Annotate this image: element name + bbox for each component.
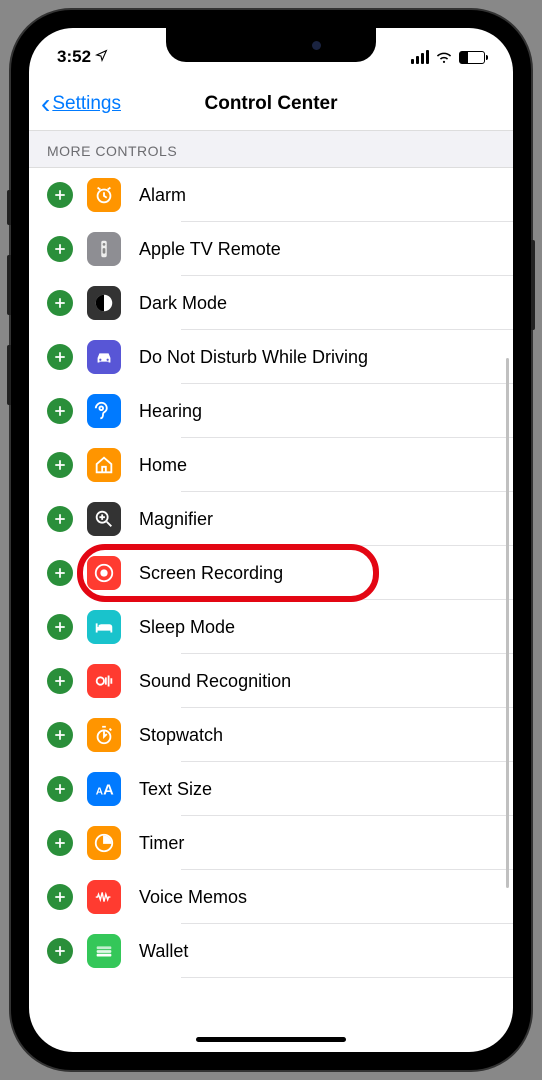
- control-label: Sleep Mode: [139, 617, 235, 638]
- timer-icon: [87, 826, 121, 860]
- add-button[interactable]: [47, 290, 73, 316]
- add-button[interactable]: [47, 668, 73, 694]
- control-label: Timer: [139, 833, 184, 854]
- scroll-indicator[interactable]: [506, 358, 509, 888]
- phone-side-buttons-right: [531, 240, 535, 360]
- car-icon: [87, 340, 121, 374]
- control-label: Do Not Disturb While Driving: [139, 347, 368, 368]
- control-row: Alarm: [29, 168, 513, 222]
- alarm-icon: [87, 178, 121, 212]
- cellular-signal-icon: [411, 50, 429, 64]
- add-button[interactable]: [47, 884, 73, 910]
- textsize-icon: AA: [87, 772, 121, 806]
- location-icon: [95, 49, 108, 65]
- control-label: Alarm: [139, 185, 186, 206]
- darkmode-icon: [87, 286, 121, 320]
- control-label: Stopwatch: [139, 725, 223, 746]
- controls-list[interactable]: Alarm Apple TV Remote Dark Mode Do Not Dist…: [29, 168, 513, 978]
- control-label: Hearing: [139, 401, 202, 422]
- control-row: Wallet: [29, 924, 513, 978]
- phone-side-buttons-left: [7, 190, 11, 435]
- add-button[interactable]: [47, 344, 73, 370]
- control-row: Timer: [29, 816, 513, 870]
- add-button[interactable]: [47, 182, 73, 208]
- add-button[interactable]: [47, 830, 73, 856]
- wifi-icon: [435, 50, 453, 64]
- screen: 3:52 ‹ Settings: [29, 28, 513, 1052]
- add-button[interactable]: [47, 938, 73, 964]
- control-label: Screen Recording: [139, 563, 283, 584]
- remote-icon: [87, 232, 121, 266]
- control-row: Sleep Mode: [29, 600, 513, 654]
- add-button[interactable]: [47, 722, 73, 748]
- back-button[interactable]: ‹ Settings: [41, 90, 121, 118]
- back-label: Settings: [52, 93, 121, 115]
- sound-icon: [87, 664, 121, 698]
- control-label: Dark Mode: [139, 293, 227, 314]
- battery-icon: [459, 51, 485, 64]
- add-button[interactable]: [47, 776, 73, 802]
- control-row: Screen Recording: [29, 546, 513, 600]
- add-button[interactable]: [47, 452, 73, 478]
- control-row: Magnifier: [29, 492, 513, 546]
- control-row: AA Text Size: [29, 762, 513, 816]
- voice-icon: [87, 880, 121, 914]
- control-row: Dark Mode: [29, 276, 513, 330]
- control-label: Sound Recognition: [139, 671, 291, 692]
- add-button[interactable]: [47, 398, 73, 424]
- control-row: Apple TV Remote: [29, 222, 513, 276]
- add-button[interactable]: [47, 560, 73, 586]
- record-icon: [87, 556, 121, 590]
- stopwatch-icon: [87, 718, 121, 752]
- control-label: Voice Memos: [139, 887, 247, 908]
- ear-icon: [87, 394, 121, 428]
- add-button[interactable]: [47, 506, 73, 532]
- section-header-more-controls: MORE CONTROLS: [29, 130, 513, 168]
- control-row: Sound Recognition: [29, 654, 513, 708]
- page-title: Control Center: [205, 93, 338, 115]
- chevron-left-icon: ‹: [41, 90, 50, 118]
- home-indicator[interactable]: [196, 1037, 346, 1042]
- magnifier-icon: [87, 502, 121, 536]
- bed-icon: [87, 610, 121, 644]
- control-label: Wallet: [139, 941, 188, 962]
- phone-frame: 3:52 ‹ Settings: [11, 10, 531, 1070]
- control-row: Voice Memos: [29, 870, 513, 924]
- control-label: Magnifier: [139, 509, 213, 530]
- control-row: Home: [29, 438, 513, 492]
- control-label: Apple TV Remote: [139, 239, 281, 260]
- add-button[interactable]: [47, 236, 73, 262]
- control-label: Home: [139, 455, 187, 476]
- control-row: Hearing: [29, 384, 513, 438]
- wallet-icon: [87, 934, 121, 968]
- nav-header: ‹ Settings Control Center: [29, 78, 513, 130]
- svg-text:A: A: [103, 783, 114, 799]
- notch: [166, 28, 376, 62]
- control-label: Text Size: [139, 779, 212, 800]
- home-icon: [87, 448, 121, 482]
- add-button[interactable]: [47, 614, 73, 640]
- status-time: 3:52: [57, 47, 108, 67]
- control-row: Stopwatch: [29, 708, 513, 762]
- control-row: Do Not Disturb While Driving: [29, 330, 513, 384]
